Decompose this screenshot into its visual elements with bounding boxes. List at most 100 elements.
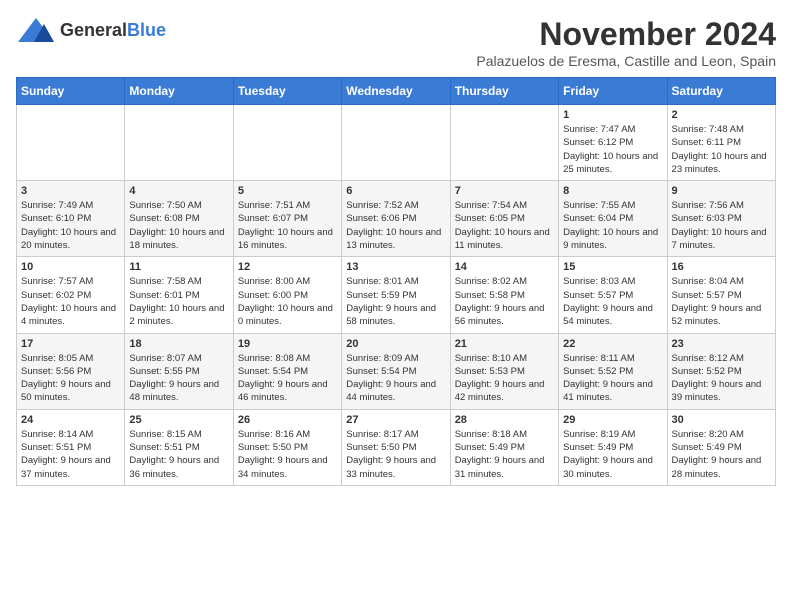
calendar-cell: 20Sunrise: 8:09 AM Sunset: 5:54 PM Dayli… <box>342 333 450 409</box>
day-number: 16 <box>672 261 771 273</box>
day-number: 27 <box>346 414 445 426</box>
day-number: 3 <box>21 185 120 197</box>
logo: GeneralBlue <box>16 16 166 44</box>
calendar-table: SundayMondayTuesdayWednesdayThursdayFrid… <box>16 77 776 486</box>
day-number: 15 <box>563 261 662 273</box>
calendar-cell: 29 Sunrise: 8:19 AM Sunset: 5:49 PM Dayli… <box>559 409 667 485</box>
calendar-cell: 28 Sunrise: 8:18 AM Sunset: 5:49 PM Dayli… <box>450 409 558 485</box>
day-info: Sunrise: 8:20 AM Sunset: 5:49 PM Dayligh… <box>672 428 771 481</box>
calendar-cell <box>17 105 125 181</box>
day-number: 29 <box>563 414 662 426</box>
day-number: 30 <box>672 414 771 426</box>
day-info: Sunrise: 7:52 AM Sunset: 6:06 PM Dayligh… <box>346 199 445 252</box>
calendar-cell: 3 Sunrise: 7:49 AM Sunset: 6:10 PM Daylig… <box>17 181 125 257</box>
day-info: Sunrise: 8:19 AM Sunset: 5:49 PM Dayligh… <box>563 428 662 481</box>
day-info: Sunrise: 8:14 AM Sunset: 5:51 PM Dayligh… <box>21 428 120 481</box>
day-of-week-header: Sunday <box>17 78 125 105</box>
day-info: Sunrise: 7:56 AM Sunset: 6:03 PM Dayligh… <box>672 199 771 252</box>
calendar-cell: 16Sunrise: 8:04 AM Sunset: 5:57 PM Dayli… <box>667 257 775 333</box>
day-info: Sunrise: 7:47 AM Sunset: 6:12 PM Dayligh… <box>563 123 662 176</box>
logo-icon <box>16 16 56 44</box>
calendar-cell: 22 Sunrise: 8:11 AM Sunset: 5:52 PM Dayli… <box>559 333 667 409</box>
calendar-cell: 24 Sunrise: 8:14 AM Sunset: 5:51 PM Dayli… <box>17 409 125 485</box>
calendar-cell: 10Sunrise: 7:57 AM Sunset: 6:02 PM Dayli… <box>17 257 125 333</box>
day-info: Sunrise: 7:48 AM Sunset: 6:11 PM Dayligh… <box>672 123 771 176</box>
calendar-cell: 13 Sunrise: 8:01 AM Sunset: 5:59 PM Dayli… <box>342 257 450 333</box>
day-info: Sunrise: 8:15 AM Sunset: 5:51 PM Dayligh… <box>129 428 228 481</box>
day-info: Sunrise: 7:54 AM Sunset: 6:05 PM Dayligh… <box>455 199 554 252</box>
month-title: November 2024 <box>476 16 776 53</box>
day-number: 28 <box>455 414 554 426</box>
header: GeneralBlue November 2024 Palazuelos de … <box>16 16 776 69</box>
day-number: 14 <box>455 261 554 273</box>
day-of-week-header: Monday <box>125 78 233 105</box>
calendar-cell <box>450 105 558 181</box>
calendar-cell: 4 Sunrise: 7:50 AM Sunset: 6:08 PM Daylig… <box>125 181 233 257</box>
day-info: Sunrise: 8:01 AM Sunset: 5:59 PM Dayligh… <box>346 275 445 328</box>
day-number: 22 <box>563 338 662 350</box>
day-info: Sunrise: 8:00 AM Sunset: 6:00 PM Dayligh… <box>238 275 337 328</box>
calendar-cell: 11 Sunrise: 7:58 AM Sunset: 6:01 PM Dayli… <box>125 257 233 333</box>
calendar-cell: 15Sunrise: 8:03 AM Sunset: 5:57 PM Dayli… <box>559 257 667 333</box>
day-info: Sunrise: 7:57 AM Sunset: 6:02 PM Dayligh… <box>21 275 120 328</box>
day-number: 11 <box>129 261 228 273</box>
day-info: Sunrise: 7:51 AM Sunset: 6:07 PM Dayligh… <box>238 199 337 252</box>
day-info: Sunrise: 8:08 AM Sunset: 5:54 PM Dayligh… <box>238 352 337 405</box>
day-info: Sunrise: 8:18 AM Sunset: 5:49 PM Dayligh… <box>455 428 554 481</box>
day-number: 25 <box>129 414 228 426</box>
day-number: 13 <box>346 261 445 273</box>
day-info: Sunrise: 8:11 AM Sunset: 5:52 PM Dayligh… <box>563 352 662 405</box>
calendar-cell: 6 Sunrise: 7:52 AM Sunset: 6:06 PM Daylig… <box>342 181 450 257</box>
logo-general: General <box>60 20 127 40</box>
calendar-cell: 19Sunrise: 8:08 AM Sunset: 5:54 PM Dayli… <box>233 333 341 409</box>
day-number: 21 <box>455 338 554 350</box>
calendar-cell: 5 Sunrise: 7:51 AM Sunset: 6:07 PM Daylig… <box>233 181 341 257</box>
day-number: 23 <box>672 338 771 350</box>
calendar-cell: 23Sunrise: 8:12 AM Sunset: 5:52 PM Dayli… <box>667 333 775 409</box>
day-number: 18 <box>129 338 228 350</box>
day-info: Sunrise: 7:55 AM Sunset: 6:04 PM Dayligh… <box>563 199 662 252</box>
calendar-cell: 26 Sunrise: 8:16 AM Sunset: 5:50 PM Dayli… <box>233 409 341 485</box>
day-of-week-header: Wednesday <box>342 78 450 105</box>
calendar-cell: 8 Sunrise: 7:55 AM Sunset: 6:04 PM Daylig… <box>559 181 667 257</box>
calendar-cell: 25 Sunrise: 8:15 AM Sunset: 5:51 PM Dayli… <box>125 409 233 485</box>
day-number: 4 <box>129 185 228 197</box>
location-subtitle: Palazuelos de Eresma, Castille and Leon,… <box>476 53 776 69</box>
day-info: Sunrise: 8:17 AM Sunset: 5:50 PM Dayligh… <box>346 428 445 481</box>
day-info: Sunrise: 7:50 AM Sunset: 6:08 PM Dayligh… <box>129 199 228 252</box>
day-info: Sunrise: 7:49 AM Sunset: 6:10 PM Dayligh… <box>21 199 120 252</box>
calendar-cell <box>233 105 341 181</box>
title-area: November 2024 Palazuelos de Eresma, Cast… <box>476 16 776 69</box>
day-of-week-header: Thursday <box>450 78 558 105</box>
calendar-cell: 27 Sunrise: 8:17 AM Sunset: 5:50 PM Dayli… <box>342 409 450 485</box>
day-number: 8 <box>563 185 662 197</box>
calendar-cell: 18 Sunrise: 8:07 AM Sunset: 5:55 PM Dayli… <box>125 333 233 409</box>
day-info: Sunrise: 7:58 AM Sunset: 6:01 PM Dayligh… <box>129 275 228 328</box>
day-number: 26 <box>238 414 337 426</box>
day-info: Sunrise: 8:16 AM Sunset: 5:50 PM Dayligh… <box>238 428 337 481</box>
day-number: 24 <box>21 414 120 426</box>
day-info: Sunrise: 8:07 AM Sunset: 5:55 PM Dayligh… <box>129 352 228 405</box>
day-number: 5 <box>238 185 337 197</box>
calendar-cell: 30 Sunrise: 8:20 AM Sunset: 5:49 PM Dayli… <box>667 409 775 485</box>
day-number: 2 <box>672 109 771 121</box>
day-number: 9 <box>672 185 771 197</box>
calendar-cell: 12 Sunrise: 8:00 AM Sunset: 6:00 PM Dayli… <box>233 257 341 333</box>
day-number: 1 <box>563 109 662 121</box>
day-info: Sunrise: 8:10 AM Sunset: 5:53 PM Dayligh… <box>455 352 554 405</box>
calendar-cell: 1 Sunrise: 7:47 AM Sunset: 6:12 PM Daylig… <box>559 105 667 181</box>
calendar-cell <box>342 105 450 181</box>
day-of-week-header: Saturday <box>667 78 775 105</box>
day-number: 7 <box>455 185 554 197</box>
day-info: Sunrise: 8:05 AM Sunset: 5:56 PM Dayligh… <box>21 352 120 405</box>
calendar-cell: 17 Sunrise: 8:05 AM Sunset: 5:56 PM Dayli… <box>17 333 125 409</box>
day-number: 6 <box>346 185 445 197</box>
day-number: 12 <box>238 261 337 273</box>
day-number: 20 <box>346 338 445 350</box>
calendar-cell: 14 Sunrise: 8:02 AM Sunset: 5:58 PM Dayli… <box>450 257 558 333</box>
logo-blue: Blue <box>127 20 166 40</box>
calendar-cell: 9 Sunrise: 7:56 AM Sunset: 6:03 PM Daylig… <box>667 181 775 257</box>
calendar-cell <box>125 105 233 181</box>
day-number: 17 <box>21 338 120 350</box>
day-info: Sunrise: 8:02 AM Sunset: 5:58 PM Dayligh… <box>455 275 554 328</box>
